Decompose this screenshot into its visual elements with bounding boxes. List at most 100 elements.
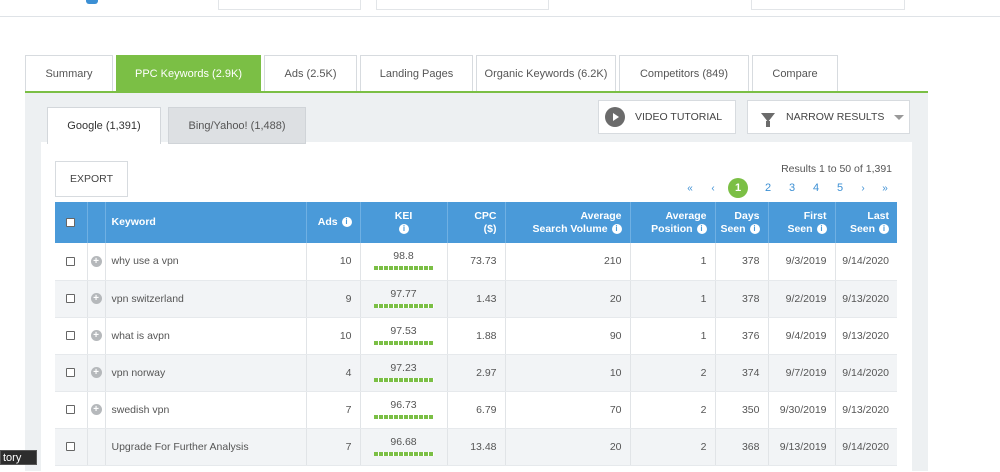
cell-cpc: 73.73	[447, 243, 506, 281]
tab-bing-yahoo[interactable]: Bing/Yahoo! (1,488)	[168, 107, 306, 144]
cell-position: 2	[630, 391, 716, 429]
info-icon[interactable]: i	[611, 223, 622, 234]
cell-keyword[interactable]: vpn switzerland	[105, 280, 307, 318]
top-input-1[interactable]	[218, 0, 361, 10]
row-checkbox[interactable]	[66, 405, 76, 415]
expand-plus-icon[interactable]: +	[90, 404, 102, 416]
page-link[interactable]: 2	[756, 182, 780, 194]
row-select-cell	[55, 280, 88, 318]
header-first-seen[interactable]: First Seen i	[768, 202, 836, 243]
header-position[interactable]: Average Position i	[630, 202, 716, 243]
expand-plus-icon[interactable]: +	[90, 293, 102, 305]
cell-kei: 96.68	[360, 428, 448, 466]
header-days-seen[interactable]: Days Seen i	[715, 202, 769, 243]
cell-volume: 70	[505, 391, 631, 429]
top-input-3[interactable]	[751, 0, 905, 10]
info-icon[interactable]: i	[816, 223, 827, 234]
kei-value: 97.23	[390, 361, 417, 374]
expand-cell: +	[87, 354, 106, 392]
prev-page-link[interactable]: ‹	[698, 183, 728, 194]
tab-organic-keywords[interactable]: Organic Keywords (6.2K)	[476, 55, 616, 91]
row-select-cell	[55, 243, 88, 281]
export-button[interactable]: EXPORT	[55, 161, 128, 197]
row-checkbox[interactable]	[66, 331, 76, 341]
table-row: + vpn norway 4 97.23 2.97 10 2 374 9/7/2…	[55, 354, 897, 392]
header-sv-line2: Search Volume	[532, 222, 608, 235]
cell-cpc: 13.48	[447, 428, 506, 466]
tab-competitors[interactable]: Competitors (849)	[619, 55, 749, 91]
top-input-2[interactable]	[376, 0, 549, 10]
cell-position: 1	[630, 243, 716, 281]
tab-google[interactable]: Google (1,391)	[47, 107, 161, 144]
cell-keyword[interactable]: why use a vpn	[105, 243, 307, 281]
header-cpc-label: CPC	[474, 209, 497, 222]
cell-keyword-upgrade[interactable]: Upgrade For Further Analysis	[105, 428, 307, 466]
info-icon[interactable]: i	[696, 223, 707, 234]
narrow-results-label: NARROW RESULTS	[786, 111, 885, 123]
cell-position: 1	[630, 280, 716, 318]
kei-value: 96.68	[390, 435, 417, 448]
table-row: + why use a vpn 10 98.8 73.73 210 1 378 …	[55, 243, 897, 281]
page-link[interactable]: 3	[780, 182, 804, 194]
header-days-line2: Seen	[720, 222, 746, 235]
cell-last-seen: 9/14/2020	[835, 354, 897, 392]
video-tutorial-button[interactable]: VIDEO TUTORIAL	[598, 100, 736, 134]
cell-keyword[interactable]: vpn norway	[105, 354, 307, 392]
header-ads[interactable]: Ads i	[306, 202, 361, 243]
table-row: + vpn switzerland 9 97.77 1.43 20 1 378 …	[55, 280, 897, 318]
info-icon[interactable]: i	[399, 223, 409, 234]
tab-compare[interactable]: Compare	[752, 55, 838, 91]
next-page-link[interactable]: ›	[852, 183, 874, 194]
cell-keyword[interactable]: swedish vpn	[105, 391, 307, 429]
cell-kei: 97.53	[360, 317, 448, 355]
header-last-seen[interactable]: Last Seen i	[835, 202, 897, 243]
expand-plus-icon[interactable]: +	[90, 367, 102, 379]
cell-last-seen: 9/14/2020	[835, 243, 897, 281]
page-link[interactable]: 4	[804, 182, 828, 194]
tab-landing-pages[interactable]: Landing Pages	[360, 55, 473, 91]
page-link-current[interactable]: 1	[728, 178, 748, 198]
kei-bar	[373, 451, 434, 456]
header-first-line2: Seen	[787, 222, 813, 235]
play-icon	[605, 107, 625, 127]
cell-keyword[interactable]: what is avpn	[105, 317, 307, 355]
cell-position: 1	[630, 317, 716, 355]
top-accent	[86, 0, 98, 4]
keywords-table: Keyword Ads i KEI i CPC ($) Average Search …	[55, 202, 897, 466]
filter-icon	[761, 112, 775, 127]
tab-ppc-keywords[interactable]: PPC Keywords (2.9K)	[116, 55, 261, 91]
expand-plus-icon[interactable]: +	[90, 330, 102, 342]
info-icon[interactable]: i	[341, 217, 352, 228]
expand-plus-icon[interactable]: +	[90, 255, 102, 267]
header-kei[interactable]: KEI i	[360, 202, 448, 243]
cell-last-seen: 9/13/2020	[835, 317, 897, 355]
select-all-checkbox[interactable]	[66, 217, 76, 227]
top-bar	[0, 0, 1000, 17]
cell-volume: 210	[505, 243, 631, 281]
row-checkbox[interactable]	[66, 294, 76, 304]
narrow-results-button[interactable]: NARROW RESULTS	[747, 100, 910, 134]
header-search-volume[interactable]: Average Search Volume i	[505, 202, 631, 243]
cell-last-seen: 9/13/2020	[835, 280, 897, 318]
cell-position: 2	[630, 428, 716, 466]
row-checkbox[interactable]	[66, 368, 76, 378]
info-icon[interactable]: i	[879, 223, 889, 234]
cell-first-seen: 9/13/2019	[768, 428, 836, 466]
header-cpc[interactable]: CPC ($)	[447, 202, 506, 243]
cell-ads: 7	[306, 391, 361, 429]
header-sv-line1: Average	[580, 209, 622, 222]
cell-volume: 20	[505, 428, 631, 466]
row-checkbox[interactable]	[66, 256, 76, 266]
row-select-cell	[55, 428, 88, 466]
cell-ads: 10	[306, 243, 361, 281]
cell-cpc: 6.79	[447, 391, 506, 429]
row-checkbox[interactable]	[66, 442, 76, 452]
header-keyword[interactable]: Keyword	[105, 202, 307, 243]
first-page-link[interactable]: «	[682, 183, 698, 194]
tab-ads[interactable]: Ads (2.5K)	[264, 55, 357, 91]
tab-summary[interactable]: Summary	[25, 55, 113, 91]
info-icon[interactable]: i	[749, 223, 760, 234]
last-page-link[interactable]: »	[874, 183, 896, 194]
page-link[interactable]: 5	[828, 182, 852, 194]
header-kei-label: KEI	[394, 209, 413, 222]
